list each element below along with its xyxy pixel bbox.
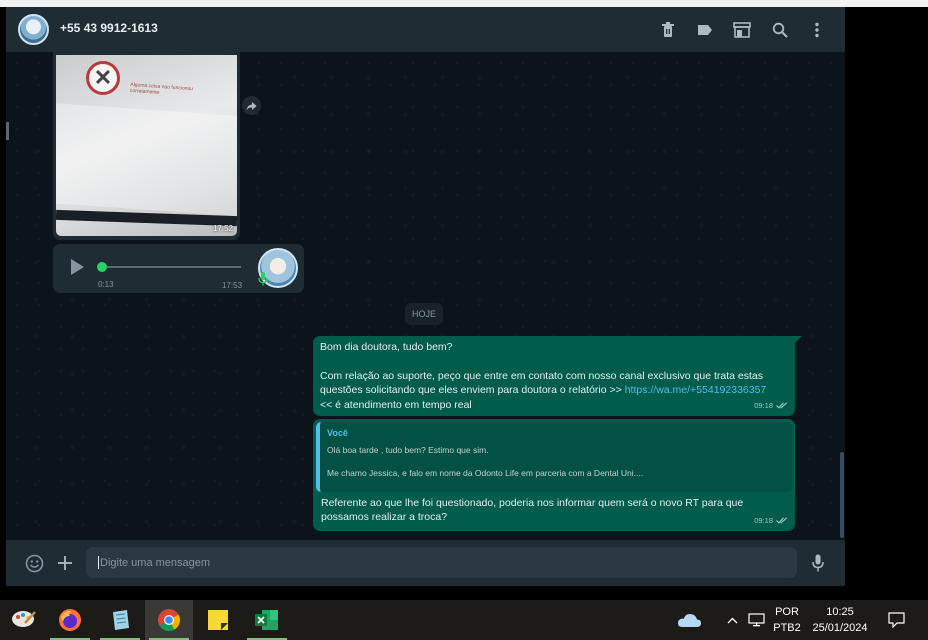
firefox-icon[interactable] <box>46 600 94 640</box>
language-code: POR <box>775 606 799 618</box>
onedrive-icon[interactable] <box>672 600 706 640</box>
clock-date: 25/01/2024 <box>812 622 868 634</box>
input-language[interactable]: POR PTB2 <box>770 604 804 636</box>
audio-message[interactable]: 0:13 17:53 <box>53 244 304 293</box>
forward-icon[interactable] <box>242 96 261 115</box>
emoji-icon[interactable] <box>23 552 45 574</box>
image-message[interactable]: ✕ Alguma coisa nao funcionou corretament… <box>53 52 240 240</box>
double-check-icon <box>776 517 788 524</box>
text-caret <box>98 556 99 569</box>
message-line: Referente ao que lhe foi questionado, po… <box>321 497 744 509</box>
double-check-icon <box>776 402 788 409</box>
quote-line: Olá boa tarde , tudo bem? Estimo que sim… <box>327 444 489 455</box>
message-line: possamos realizar a troca? <box>321 511 448 523</box>
resize-handle[interactable] <box>6 122 9 140</box>
message-link[interactable]: https://wa.me/+554192336357 <box>625 384 767 396</box>
message-input[interactable]: Digite uma mensagem <box>86 547 797 578</box>
contact-avatar[interactable] <box>18 14 49 45</box>
quote-author: Você <box>327 428 348 438</box>
desktop: +55 43 9912-1613 ✕ Alguma coisa nao func… <box>0 0 928 640</box>
chat-scrollbar[interactable] <box>840 452 844 538</box>
message-status: 09:18 <box>754 399 788 414</box>
delete-icon[interactable] <box>657 19 679 41</box>
mic-icon <box>258 272 268 286</box>
search-icon[interactable] <box>769 19 791 41</box>
windows-taskbar: POR PTB2 10:25 25/01/2024 <box>0 600 928 640</box>
play-icon[interactable] <box>67 257 87 277</box>
message-line: questões solicitando que eles enviem par… <box>320 384 625 396</box>
message-line: Com relação ao suporte, peço que entre e… <box>320 369 763 382</box>
label-icon[interactable] <box>694 19 716 41</box>
bubble-tail <box>794 336 802 344</box>
message-line: << é atendimento em tempo real <box>320 398 472 411</box>
message-time: 09:18 <box>754 400 773 410</box>
outgoing-message[interactable]: Você Olá boa tarde , tudo bem? Estimo qu… <box>313 419 795 531</box>
whatsapp-window: +55 43 9912-1613 ✕ Alguma coisa nao func… <box>6 7 845 586</box>
message-time: 17:53 <box>222 281 243 290</box>
sticky-notes-icon[interactable] <box>194 600 242 640</box>
message-line: Bom dia doutora, tudo bem? <box>320 341 453 353</box>
chevron-up-icon[interactable] <box>724 600 740 640</box>
message-body: Referente ao que lhe foi questionado, po… <box>316 492 792 528</box>
outgoing-message[interactable]: Bom dia doutora, tudo bem? Com relação a… <box>313 336 802 416</box>
audio-track[interactable] <box>100 266 241 268</box>
chat-header: +55 43 9912-1613 <box>6 7 845 52</box>
message-input-placeholder: Digite uma mensagem <box>100 556 211 569</box>
conversation-panel[interactable]: ✕ Alguma coisa nao funcionou corretament… <box>6 52 845 540</box>
audio-duration: 0:13 <box>98 280 114 289</box>
quote-line: Me chamo Jessica, e falo em nome da Odon… <box>327 467 644 478</box>
menu-icon[interactable] <box>806 19 828 41</box>
keyboard-layout: PTB2 <box>773 622 801 634</box>
photo-error-text: Alguma coisa nao funcionou corretamente <box>129 81 194 96</box>
message-photo[interactable]: ✕ Alguma coisa nao funcionou corretament… <box>56 55 237 236</box>
desktop-background <box>845 7 928 600</box>
date-divider: HOJE <box>405 303 443 325</box>
error-x-icon: ✕ <box>86 61 120 95</box>
contact-name[interactable]: +55 43 9912-1613 <box>60 21 158 35</box>
window-top-strip <box>0 0 928 7</box>
excel-icon[interactable] <box>243 600 291 640</box>
paint-icon[interactable] <box>0 600 48 640</box>
audio-scrubber[interactable] <box>97 262 107 272</box>
message-status: 09:18 <box>754 514 788 529</box>
chrome-icon[interactable] <box>145 600 193 640</box>
store-icon[interactable] <box>731 19 753 41</box>
message-time: 17:52 <box>212 224 233 233</box>
message-time: 09:18 <box>754 515 773 525</box>
network-icon[interactable] <box>746 600 766 640</box>
compose-bar: Digite uma mensagem <box>6 540 845 586</box>
quoted-message[interactable]: Você Olá boa tarde , tudo bem? Estimo qu… <box>316 422 792 492</box>
clock-time: 10:25 <box>826 606 854 618</box>
mic-icon[interactable] <box>807 552 829 574</box>
attach-plus-icon[interactable] <box>54 552 76 574</box>
clock[interactable]: 10:25 25/01/2024 <box>806 604 874 636</box>
notifications-icon[interactable] <box>882 600 910 640</box>
photo-screen-glare <box>56 102 237 218</box>
notepad-icon[interactable] <box>96 600 144 640</box>
